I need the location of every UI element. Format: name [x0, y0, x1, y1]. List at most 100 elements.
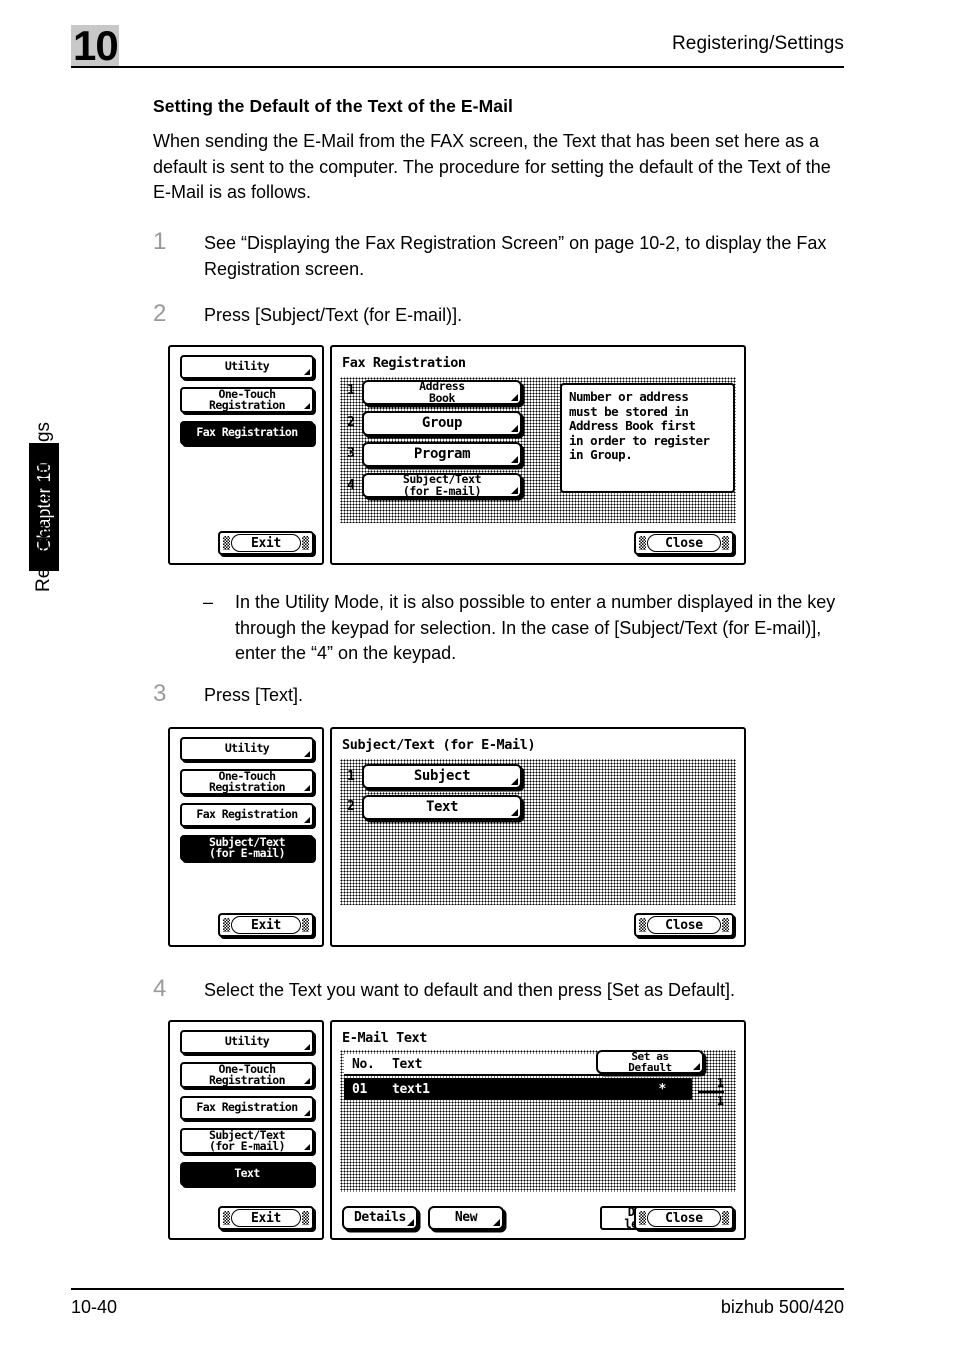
lcd2-nav-subject-text[interactable]: Subject/Text (for E-mail) — [180, 835, 314, 861]
lcd1-nav-utility[interactable]: Utility — [180, 355, 314, 379]
lcd3-page-current: 1 — [716, 1076, 724, 1090]
lcd2-close-label: Close — [647, 916, 721, 934]
chapter-number-text: 10 — [73, 22, 119, 69]
lcd1-message-line-4: in order to register — [569, 432, 710, 448]
lcd1-nav-one-touch-registration[interactable]: One-Touch Registration — [180, 387, 314, 413]
lcd1-close-label: Close — [647, 534, 721, 552]
lcd3-nav-fax-registration-label: Fax Registration — [196, 1100, 298, 1115]
lcd3-nav-text[interactable]: Text — [180, 1162, 314, 1186]
lcd3-page-fraction-bar — [698, 1091, 724, 1093]
lcd3-set-as-default-button[interactable]: Set as Default — [596, 1050, 704, 1074]
lcd1-message-line-3: Address Book first — [569, 418, 696, 434]
lcd1-info-message-box: Number or address must be stored in Addr… — [560, 383, 735, 493]
lcd2-exit-button[interactable]: Exit — [218, 913, 314, 937]
step-2-text: Press [Subject/Text (for E-mail)]. — [204, 305, 463, 325]
step-3-text: Press [Text]. — [204, 685, 304, 705]
lcd1-key-program-label: Program — [413, 446, 471, 463]
lcd3-row-default-mark: * — [658, 1081, 666, 1097]
lcd2-close-button[interactable]: Close — [634, 913, 734, 937]
footer-divider — [71, 1288, 844, 1290]
lcd3-exit-button[interactable]: Exit — [218, 1206, 314, 1230]
lcd2-nav-one-touch-line2: Registration — [209, 780, 285, 794]
lcd1-key-group-label: Group — [421, 415, 463, 432]
lcd3-details-button[interactable]: Details — [342, 1206, 418, 1230]
lcd3-nav-fax-registration[interactable]: Fax Registration — [180, 1096, 314, 1120]
lcd3-close-button[interactable]: Close — [634, 1206, 734, 1230]
lcd1-message-line-5: in Group. — [569, 447, 633, 463]
lcd3-nav-utility-label: Utility — [224, 1034, 270, 1049]
lcd1-screen-title: Fax Registration — [342, 355, 466, 371]
lcd1-key-address-book-line2: Book — [428, 390, 456, 405]
lcd1-key-address-book[interactable]: Address Book — [362, 380, 522, 405]
lcd3-page-total: 1 — [716, 1094, 724, 1108]
lcd1-key-subject-text-line2: (for E-mail) — [402, 483, 482, 498]
lcd3-new-label: New — [454, 1210, 478, 1226]
lcd3-nav-column: Utility One-Touch Registration Fax Regis… — [168, 1020, 324, 1240]
lcd1-message-line-1: Number or address — [569, 389, 689, 404]
lcd2-nav-utility-label: Utility — [224, 741, 270, 756]
lcd1-item-2-index: 2 — [347, 415, 355, 430]
lcd3-new-button[interactable]: New — [428, 1206, 504, 1230]
lcd2-key-subject[interactable]: Subject — [362, 764, 522, 789]
lcd1-item-4-index: 4 — [347, 478, 355, 493]
step-4-number: 4 — [153, 975, 167, 1002]
footer-page-number: 10-40 — [71, 1297, 118, 1317]
lcd2-nav-one-touch-registration[interactable]: One-Touch Registration — [180, 769, 314, 795]
lcd3-nav-subject-text[interactable]: Subject/Text (for E-mail) — [180, 1128, 314, 1154]
lcd2-nav-column: Utility One-Touch Registration Fax Regis… — [168, 727, 324, 947]
lcd1-content-area: 1 Address Book 2 Group 3 Program 4 Subje… — [340, 377, 736, 523]
lcd1-nav-utility-label: Utility — [224, 359, 270, 374]
side-running-label: Registering/Settings — [33, 421, 54, 592]
lcd2-nav-fax-registration-label: Fax Registration — [196, 807, 298, 822]
lcd3-page-indicator: 1 1 — [698, 1076, 724, 1108]
step-1-number: 1 — [153, 228, 167, 255]
lcd3-nav-one-touch-line2: Registration — [209, 1073, 285, 1087]
lcd-screen-email-text: Utility One-Touch Registration Fax Regis… — [168, 1020, 746, 1240]
lcd3-exit-label: Exit — [231, 1209, 301, 1227]
lcd2-nav-fax-registration[interactable]: Fax Registration — [180, 803, 314, 827]
lcd3-nav-utility[interactable]: Utility — [180, 1030, 314, 1054]
lcd2-content-column: Subject/Text (for E-Mail) 1 Subject 2 Te… — [330, 727, 746, 947]
lcd1-message-line-2: must be stored in — [569, 403, 689, 419]
footer-product-name: bizhub 500/420 — [720, 1297, 844, 1317]
lcd3-nav-text-label: Text — [234, 1166, 260, 1181]
section-heading: Setting the Default of the Text of the E… — [153, 96, 514, 116]
note-dash: – — [203, 592, 214, 612]
lcd1-key-program[interactable]: Program — [362, 442, 522, 467]
lcd-screen-subject-text: Utility One-Touch Registration Fax Regis… — [168, 727, 746, 947]
lcd1-nav-one-touch-line2: Registration — [209, 398, 285, 412]
lcd2-nav-utility[interactable]: Utility — [180, 737, 314, 761]
page-header-title: Registering/Settings — [671, 33, 844, 54]
lcd3-content-column: E-Mail Text No. Text Set as Default 01 t… — [330, 1020, 746, 1240]
lcd3-column-text: Text — [392, 1056, 423, 1072]
lcd3-row-no: 01 — [352, 1081, 368, 1097]
lcd3-row-text: text1 — [392, 1081, 430, 1097]
lcd1-key-subject-text[interactable]: Subject/Text (for E-mail) — [362, 473, 522, 498]
lcd2-screen-title: Subject/Text (for E-Mail) — [342, 737, 536, 753]
step-2-number: 2 — [153, 300, 167, 327]
lcd1-content-column: Fax Registration 1 Address Book 2 Group … — [330, 345, 746, 565]
lcd1-close-button[interactable]: Close — [634, 531, 734, 555]
lcd1-nav-column: Utility One-Touch Registration Fax Regis… — [168, 345, 324, 565]
lcd2-nav-subject-text-line2: (for E-mail) — [209, 846, 285, 860]
lcd1-nav-fax-registration[interactable]: Fax Registration — [180, 421, 314, 445]
lcd2-key-text[interactable]: Text — [362, 795, 522, 820]
lcd3-content-area: No. Text Set as Default 01 text1 * 1 1 — [340, 1050, 736, 1192]
lcd1-key-group[interactable]: Group — [362, 411, 522, 436]
lcd2-item-1-index: 1 — [347, 769, 355, 784]
chapter-number-badge: 10 — [71, 22, 119, 69]
lcd1-nav-fax-registration-label: Fax Registration — [196, 425, 298, 440]
lcd1-exit-button[interactable]: Exit — [218, 531, 314, 555]
lcd3-set-as-default-line2: Default — [628, 1061, 672, 1074]
lcd1-item-3-index: 3 — [347, 446, 355, 461]
lcd3-close-label: Close — [647, 1209, 721, 1227]
lcd1-exit-label: Exit — [231, 534, 301, 552]
lcd2-content-area: 1 Subject 2 Text — [340, 759, 736, 905]
step-3-number: 3 — [153, 680, 167, 707]
header-divider — [71, 66, 844, 68]
lcd3-table-row[interactable]: 01 text1 * — [344, 1078, 692, 1100]
lcd2-item-2-index: 2 — [347, 799, 355, 814]
lcd3-nav-subject-text-line2: (for E-mail) — [209, 1139, 285, 1153]
lcd3-nav-one-touch-registration[interactable]: One-Touch Registration — [180, 1062, 314, 1088]
step-1-text: See “Displaying the Fax Registration Scr… — [204, 233, 827, 279]
